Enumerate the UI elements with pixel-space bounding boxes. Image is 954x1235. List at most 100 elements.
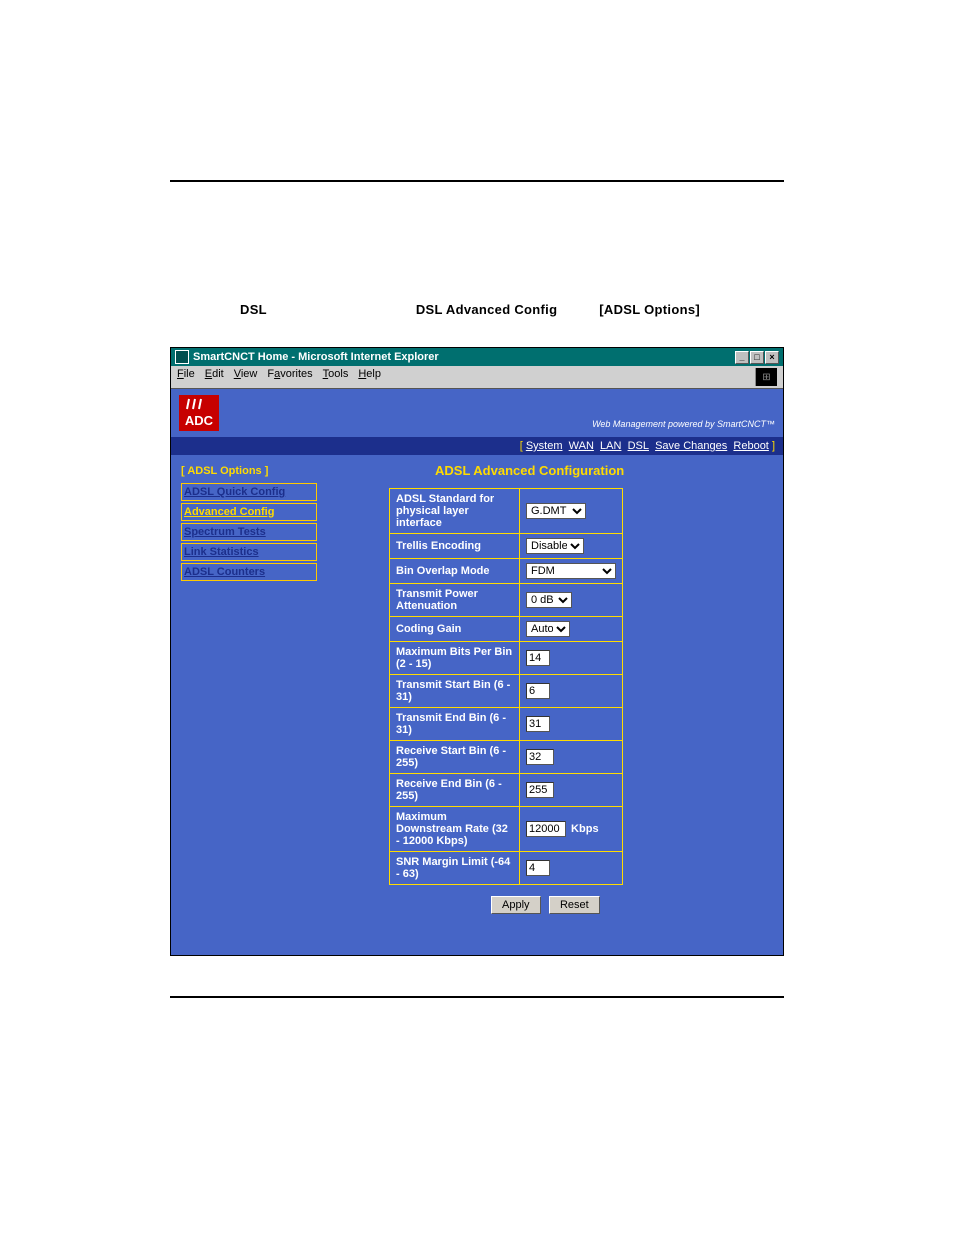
menu-favorites[interactable]: Favorites	[267, 368, 312, 386]
field-input[interactable]	[526, 650, 550, 666]
ie-icon	[175, 350, 189, 364]
nav-bracket-open: [	[520, 440, 523, 452]
field-input-cell	[520, 852, 623, 885]
svg-text:ADC: ADC	[185, 413, 214, 428]
field-input-cell	[520, 741, 623, 774]
close-button[interactable]: ×	[765, 351, 779, 364]
banner: ADC Web Management powered by SmartCNCT™	[171, 389, 783, 437]
field-label: Coding Gain	[390, 617, 520, 642]
table-row: Trellis Encoding Disable	[390, 534, 623, 559]
minimize-button[interactable]: _	[735, 351, 749, 364]
field-label: SNR Margin Limit (-64 - 63)	[390, 852, 520, 885]
field-select[interactable]: Auto	[526, 621, 570, 637]
field-label: Maximum Bits Per Bin (2 - 15)	[390, 642, 520, 675]
sidebar: [ ADSL Options ] ADSL Quick Config Advanc…	[179, 461, 319, 941]
table-row: Receive End Bin (6 - 255)	[390, 774, 623, 807]
powered-by-text: Web Management powered by SmartCNCT™	[592, 419, 775, 429]
table-row: SNR Margin Limit (-64 - 63)	[390, 852, 623, 885]
button-row: Apply Reset	[489, 895, 775, 914]
field-input-cell	[520, 675, 623, 708]
sidebar-item-2[interactable]: Spectrum Tests	[181, 523, 317, 541]
sidebar-link[interactable]: ADSL Quick Config	[184, 486, 285, 498]
browser-window: SmartCNCT Home - Microsoft Internet Expl…	[170, 347, 784, 956]
sidebar-link[interactable]: ADSL Counters	[184, 566, 265, 578]
breadcrumb: DSL DSL Advanced Config [ADSL Options]	[170, 302, 784, 317]
field-input[interactable]	[526, 716, 550, 732]
nav-system[interactable]: System	[526, 440, 563, 452]
field-input-cell: Auto	[520, 617, 623, 642]
sidebar-item-0[interactable]: ADSL Quick Config	[181, 483, 317, 501]
sidebar-link[interactable]: Spectrum Tests	[184, 526, 266, 538]
maximize-button[interactable]: □	[750, 351, 764, 364]
menu-edit[interactable]: Edit	[205, 368, 224, 386]
content-area: [ ADSL Options ] ADSL Quick Config Advanc…	[171, 455, 783, 955]
menu-view[interactable]: View	[234, 368, 258, 386]
table-row: Transmit Power Attenuation 0 dB	[390, 584, 623, 617]
nav-lan[interactable]: LAN	[600, 440, 621, 452]
table-row: Bin Overlap Mode FDM	[390, 559, 623, 584]
table-row: Transmit Start Bin (6 - 31)	[390, 675, 623, 708]
breadcrumb-item-2: DSL Advanced Config	[416, 302, 558, 317]
table-row: Receive Start Bin (6 - 255)	[390, 741, 623, 774]
field-input-cell	[520, 708, 623, 741]
main-area: ADSL Advanced Configuration ADSL Standar…	[319, 461, 775, 941]
nav-reboot[interactable]: Reboot	[733, 440, 768, 452]
throbber-icon: ⊞	[755, 368, 777, 386]
field-label: Transmit Power Attenuation	[390, 584, 520, 617]
breadcrumb-item-3: [ADSL Options]	[599, 302, 700, 317]
field-select[interactable]: Disable	[526, 538, 584, 554]
field-input[interactable]	[526, 821, 566, 837]
field-input-cell: 0 dB	[520, 584, 623, 617]
field-label: ADSL Standard for physical layer interfa…	[390, 489, 520, 534]
nav-wan[interactable]: WAN	[569, 440, 594, 452]
menu-help[interactable]: Help	[358, 368, 381, 386]
field-label: Receive End Bin (6 - 255)	[390, 774, 520, 807]
field-label: Trellis Encoding	[390, 534, 520, 559]
nav-dsl[interactable]: DSL	[628, 440, 649, 452]
field-input-cell: G.DMT	[520, 489, 623, 534]
menu-file[interactable]: File	[177, 368, 195, 386]
sidebar-item-4[interactable]: ADSL Counters	[181, 563, 317, 581]
nav-save[interactable]: Save Changes	[655, 440, 727, 452]
field-label: Transmit End Bin (6 - 31)	[390, 708, 520, 741]
table-row: Coding Gain Auto	[390, 617, 623, 642]
field-input[interactable]	[526, 749, 554, 765]
menubar: File Edit View Favorites Tools Help ⊞	[171, 366, 783, 389]
table-row: Maximum Bits Per Bin (2 - 15)	[390, 642, 623, 675]
page-title: ADSL Advanced Configuration	[435, 463, 775, 478]
window-controls: _ □ ×	[735, 351, 779, 364]
field-input-cell	[520, 774, 623, 807]
reset-button[interactable]: Reset	[549, 896, 600, 914]
sidebar-title: [ ADSL Options ]	[181, 465, 317, 477]
field-unit: Kbps	[568, 823, 599, 835]
field-input-cell: Disable	[520, 534, 623, 559]
field-input[interactable]	[526, 683, 550, 699]
sidebar-link[interactable]: Advanced Config	[184, 506, 274, 518]
config-table: ADSL Standard for physical layer interfa…	[389, 488, 623, 885]
field-label: Receive Start Bin (6 - 255)	[390, 741, 520, 774]
table-row: Transmit End Bin (6 - 31)	[390, 708, 623, 741]
field-select[interactable]: FDM	[526, 563, 616, 579]
window-titlebar: SmartCNCT Home - Microsoft Internet Expl…	[171, 348, 783, 366]
field-input-cell: FDM	[520, 559, 623, 584]
field-label: Bin Overlap Mode	[390, 559, 520, 584]
field-select[interactable]: 0 dB	[526, 592, 572, 608]
sidebar-item-1[interactable]: Advanced Config	[181, 503, 317, 521]
field-input[interactable]	[526, 860, 550, 876]
field-label: Maximum Downstream Rate (32 - 12000 Kbps…	[390, 807, 520, 852]
page-divider-bottom	[170, 996, 784, 998]
field-select[interactable]: G.DMT	[526, 503, 586, 519]
navbar: [ System WAN LAN DSL Save Changes Reboot…	[171, 437, 783, 455]
sidebar-link[interactable]: Link Statistics	[184, 546, 259, 558]
table-row: ADSL Standard for physical layer interfa…	[390, 489, 623, 534]
menu-tools[interactable]: Tools	[323, 368, 349, 386]
field-input-cell	[520, 642, 623, 675]
adc-logo: ADC	[179, 395, 219, 431]
field-input-cell: Kbps	[520, 807, 623, 852]
apply-button[interactable]: Apply	[491, 896, 541, 914]
page-divider-top	[170, 180, 784, 182]
sidebar-item-3[interactable]: Link Statistics	[181, 543, 317, 561]
window-title: SmartCNCT Home - Microsoft Internet Expl…	[193, 351, 439, 363]
table-row: Maximum Downstream Rate (32 - 12000 Kbps…	[390, 807, 623, 852]
field-input[interactable]	[526, 782, 554, 798]
